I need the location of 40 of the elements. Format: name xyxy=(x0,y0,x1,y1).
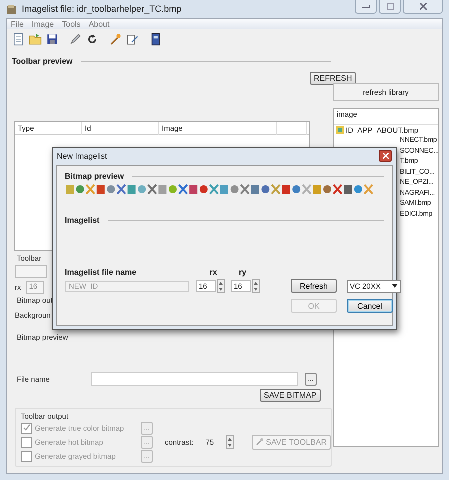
refresh-button[interactable]: Refresh xyxy=(291,279,337,293)
pencil-icon[interactable] xyxy=(69,32,82,46)
spin-buttons[interactable] xyxy=(226,435,234,449)
spin-buttons[interactable] xyxy=(252,279,260,293)
file-name-label: Imagelist file name xyxy=(65,268,138,277)
dialog-title: New Imagelist xyxy=(57,152,108,160)
menu-item[interactable]: Tools xyxy=(62,20,81,28)
close-button[interactable] xyxy=(403,0,443,14)
minimize-button[interactable] xyxy=(355,0,377,14)
close-icon xyxy=(420,3,426,10)
wand-icon xyxy=(256,438,264,446)
floppy-icon[interactable] xyxy=(46,32,59,46)
spin-buttons[interactable] xyxy=(217,279,225,293)
section-title: Imagelist xyxy=(65,216,100,225)
menu-item[interactable]: File xyxy=(11,20,24,28)
maximize-icon xyxy=(386,3,394,10)
file-name-field[interactable] xyxy=(91,372,298,386)
window-title: Imagelist file: idr_toolbarhelper_TC.bmp xyxy=(22,4,182,14)
caret-icon xyxy=(392,284,398,288)
close-icon xyxy=(382,153,388,159)
section-title: Bitmap preview xyxy=(65,172,124,181)
refresh-button[interactable]: REFRESH xyxy=(310,72,356,85)
folder-icon[interactable] xyxy=(29,32,42,46)
cancel-button[interactable]: Cancel xyxy=(347,299,393,313)
close-button[interactable] xyxy=(379,150,392,162)
rx-label: rx xyxy=(210,268,218,277)
minimize-icon xyxy=(362,4,370,8)
app-icon xyxy=(6,4,17,14)
section-title: Toolbar preview xyxy=(12,57,73,66)
book-icon[interactable] xyxy=(149,32,162,46)
wand-icon[interactable] xyxy=(109,32,122,46)
menu-item[interactable]: Image xyxy=(32,20,54,28)
toolbar-field[interactable] xyxy=(15,265,47,278)
document-icon[interactable] xyxy=(12,32,25,46)
edit-icon[interactable] xyxy=(126,32,139,46)
menu-item[interactable]: About xyxy=(88,20,110,28)
refresh-icon[interactable] xyxy=(86,32,99,46)
ry-label: ry xyxy=(239,268,247,277)
save-bitmap-button[interactable]: SAVE BITMAP xyxy=(260,389,321,402)
image-file-icon xyxy=(336,126,344,134)
